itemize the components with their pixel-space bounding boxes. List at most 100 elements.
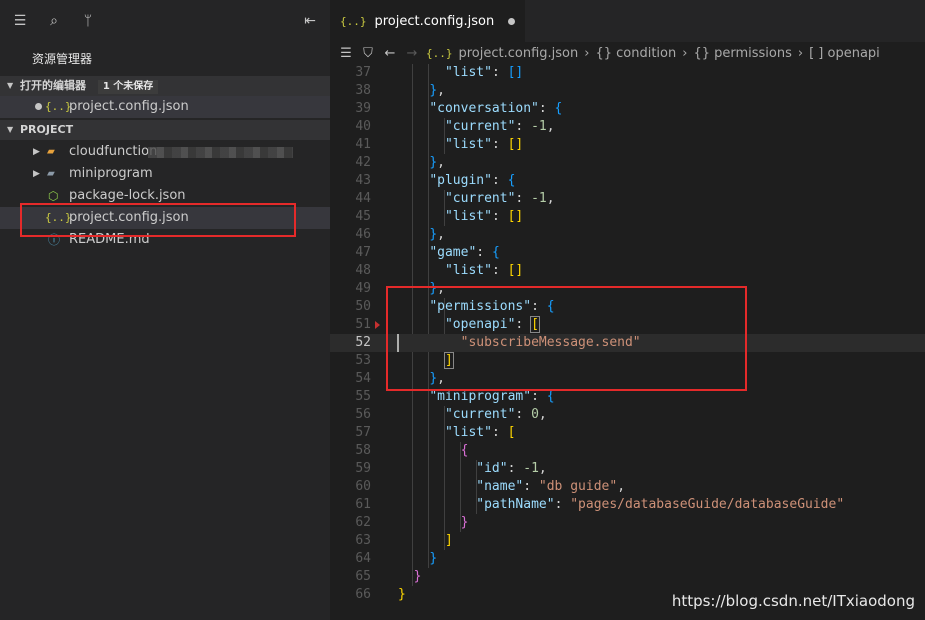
breadcrumb-sep: › (797, 45, 804, 61)
bookmark-icon[interactable]: ⛉ (360, 46, 376, 61)
line-number: 65 (355, 569, 371, 584)
chevron-right-icon: ▶ (33, 169, 40, 179)
json-key: "name" (476, 479, 524, 494)
json-string: "pages/databaseGuide/databaseGuide" (570, 497, 845, 512)
line-number: 51 (355, 317, 371, 332)
highlight-box-file (20, 203, 296, 237)
project-header[interactable]: ▼ PROJECT (0, 120, 330, 140)
json-key: "current" (444, 191, 516, 206)
json-icon: {..} (426, 46, 453, 60)
line-number: 45 (355, 209, 371, 224)
git-branch-icon[interactable]: ᛘ (80, 13, 96, 29)
line-number: 63 (355, 533, 371, 548)
json-key: "plugin" (429, 173, 492, 188)
tree-item-cloudfunctions[interactable]: ▶ ▰ cloudfunction (0, 141, 330, 163)
breadcrumb: ☰ ⛉ ← → {..} project.config.json › {} co… (330, 42, 925, 64)
forward-arrow-icon[interactable]: → (404, 46, 420, 61)
line-number: 42 (355, 155, 371, 170)
line-number: 56 (355, 407, 371, 422)
tree-item-label: miniprogram (69, 166, 153, 181)
line-number: 52 (355, 335, 371, 350)
json-number: -1 (531, 191, 547, 206)
chevron-down-icon: ▼ (7, 81, 14, 90)
list-icon[interactable]: ☰ (12, 13, 28, 29)
line-number: 40 (355, 119, 371, 134)
cloud-folder-icon: ▰ (47, 144, 55, 159)
tab-project-config[interactable]: {..} project.config.json (330, 0, 526, 42)
folder-icon: ▰ (47, 166, 55, 181)
unsaved-dot-icon (35, 103, 42, 110)
line-number: 46 (355, 227, 371, 242)
project-label: PROJECT (20, 123, 74, 136)
json-key: "list" (444, 137, 492, 152)
line-number: 43 (355, 173, 371, 188)
line-number: 39 (355, 101, 371, 116)
json-number: 0 (531, 407, 539, 422)
json-key: "current" (444, 407, 516, 422)
line-number: 58 (355, 443, 371, 458)
line-number: 60 (355, 479, 371, 494)
json-key: "list" (444, 65, 492, 80)
line-number: 53 (355, 353, 371, 368)
line-number: 57 (355, 425, 371, 440)
breadcrumb-sep: › (584, 45, 590, 61)
open-editors-label: 打开的编辑器 (20, 79, 86, 92)
line-number: 37 (355, 65, 371, 80)
chevron-right-icon: ▶ (33, 147, 40, 157)
sidebar-toolbar: ☰ ⌕ ᛘ ⇤ (0, 0, 330, 42)
line-number: 61 (355, 497, 371, 512)
explorer-sidebar: ☰ ⌕ ᛘ ⇤ 资源管理器 ▼ 打开的编辑器 1 个未保存 {..} proje… (0, 0, 330, 620)
breakpoint-marker-icon (375, 321, 380, 329)
json-key: "current" (444, 119, 516, 134)
highlight-box-permissions (386, 286, 747, 391)
json-icon: {..} (45, 100, 72, 113)
open-editor-item[interactable]: {..} project.config.json (0, 96, 330, 118)
open-editors-header[interactable]: ▼ 打开的编辑器 1 个未保存 (0, 76, 330, 96)
breadcrumb-file[interactable]: project.config.json (459, 46, 579, 61)
line-number: 55 (355, 389, 371, 404)
line-number: 50 (355, 299, 371, 314)
json-number: -1 (523, 461, 539, 476)
explorer-title: 资源管理器 (32, 52, 93, 66)
line-number: 64 (355, 551, 371, 566)
line-number: 62 (355, 515, 371, 530)
line-number: 59 (355, 461, 371, 476)
back-arrow-icon[interactable]: ← (382, 46, 398, 61)
line-number: 48 (355, 263, 371, 278)
line-number: 54 (355, 371, 371, 386)
line-number: 44 (355, 191, 371, 206)
list-icon[interactable]: ☰ (338, 46, 354, 61)
line-number: 49 (355, 281, 371, 296)
tree-item-label: cloudfunction (69, 144, 158, 159)
blurred-text (148, 147, 293, 158)
line-number: 41 (355, 137, 371, 152)
collapse-sidebar-icon[interactable]: ⇤ (302, 13, 318, 29)
unsaved-badge: 1 个未保存 (97, 80, 159, 94)
tab-label: project.config.json (374, 13, 495, 29)
json-key: "conversation" (429, 101, 539, 116)
json-key: "game" (429, 245, 477, 260)
chevron-down-icon: ▼ (7, 125, 14, 134)
unsaved-dot-icon[interactable] (508, 17, 516, 25)
open-editor-label: project.config.json (69, 99, 189, 114)
line-number: 38 (355, 83, 371, 98)
json-string: "db guide" (538, 479, 618, 494)
breadcrumb-condition[interactable]: {} condition (595, 46, 676, 61)
breadcrumb-sep: › (682, 45, 688, 61)
json-key: "list" (444, 425, 492, 440)
tree-item-miniprogram[interactable]: ▶ ▰ miniprogram (0, 163, 330, 185)
tab-bar: {..} project.config.json (330, 0, 925, 42)
json-number: -1 (531, 119, 547, 134)
json-key: "miniprogram" (429, 389, 532, 404)
json-key: "list" (444, 263, 492, 278)
json-icon: {..} (340, 14, 367, 28)
breadcrumb-permissions[interactable]: {} permissions (693, 46, 791, 61)
breadcrumb-openapi[interactable]: [ ] openapi (809, 46, 880, 61)
json-key: "pathName" (476, 497, 555, 512)
line-number: 66 (355, 587, 371, 602)
line-number: 47 (355, 245, 371, 260)
json-key: "list" (444, 209, 492, 224)
watermark-text: https://blog.csdn.net/ITxiaodong (671, 592, 915, 610)
json-key: "id" (476, 461, 508, 476)
search-icon[interactable]: ⌕ (46, 13, 62, 29)
